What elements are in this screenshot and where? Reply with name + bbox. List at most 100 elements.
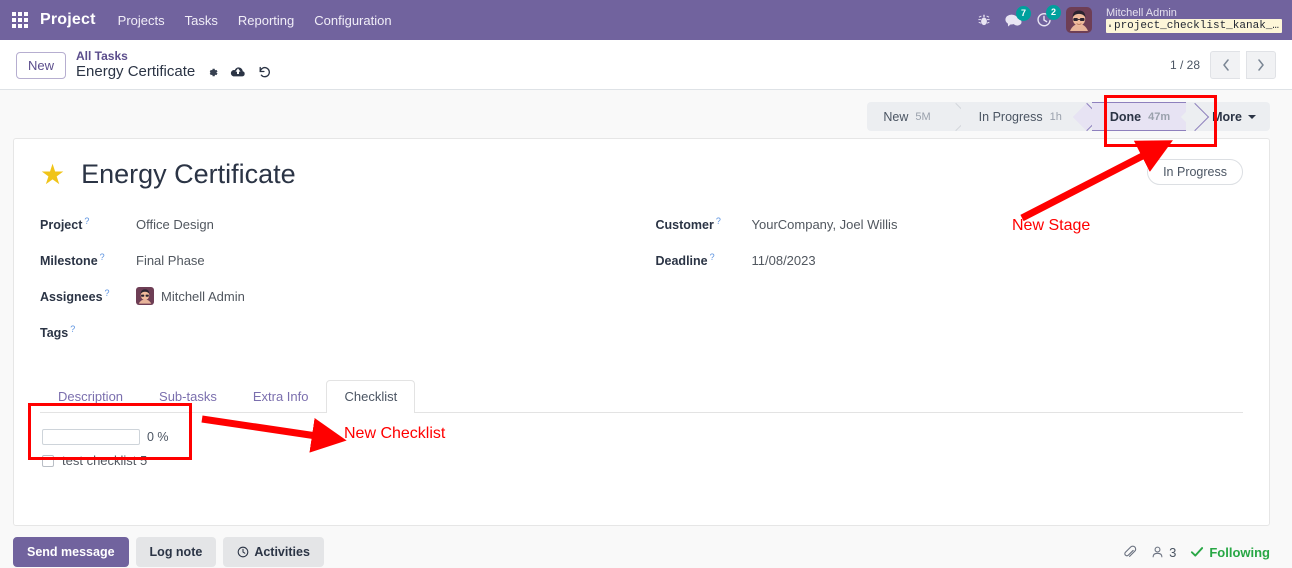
checklist-box: 0 % test checklist 5 (42, 429, 206, 468)
notebook: Description Sub-tasks Extra Info Checkli… (40, 380, 1243, 513)
activities-button[interactable]: Activities (223, 537, 324, 567)
followers-button[interactable]: 3 (1151, 545, 1176, 560)
label-text: Milestone (40, 254, 98, 268)
field-value-deadline[interactable]: 11/08/2023 (752, 253, 816, 268)
form-view-content: New 5M In Progress 1h Done 47m More ★ En… (0, 90, 1292, 568)
send-message-button[interactable]: Send message (13, 537, 129, 567)
tab-extra-info[interactable]: Extra Info (235, 380, 327, 413)
field-label-milestone: Milestone? (40, 252, 136, 268)
field-value-assignees[interactable]: Mitchell Admin (136, 287, 245, 305)
menu-projects[interactable]: Projects (118, 13, 165, 28)
checklist-item: test checklist 5 (42, 453, 206, 468)
database-tag: project_checklist_kanak_… (1106, 19, 1282, 33)
database-icon (1109, 21, 1111, 31)
field-value-project[interactable]: Office Design (136, 217, 214, 232)
help-icon[interactable]: ? (105, 288, 110, 298)
stage-done-duration: 47m (1148, 111, 1170, 123)
checklist-item-checkbox[interactable] (42, 455, 54, 467)
assignee-avatar (136, 287, 154, 305)
save-cloud-icon[interactable] (230, 66, 246, 79)
tab-description[interactable]: Description (40, 380, 141, 413)
chatter-toolbar: Send message Log note Activities 3 (0, 526, 1292, 567)
stage-more-label: More (1212, 110, 1242, 124)
stage-more-dropdown[interactable]: More (1200, 102, 1270, 131)
app-brand[interactable]: Project (40, 11, 96, 29)
left-field-column: Project? Office Design Milestone? Final … (40, 206, 642, 350)
pager-next-button[interactable] (1246, 51, 1276, 79)
apps-menu-icon[interactable] (12, 12, 28, 28)
attachments-button[interactable] (1123, 545, 1137, 559)
stage-in-progress-duration: 1h (1050, 111, 1062, 123)
progress-bar[interactable] (42, 429, 140, 445)
stage-done-label: Done (1110, 110, 1141, 124)
following-label: Following (1209, 545, 1270, 560)
messages-icon[interactable]: 7 (1005, 13, 1022, 28)
breadcrumb: All Tasks Energy Certificate (76, 49, 272, 81)
help-icon[interactable]: ? (716, 216, 721, 226)
check-icon (1190, 546, 1204, 558)
progress-percent-label: 0 % (147, 430, 169, 444)
checklist-progress: 0 % (42, 429, 206, 445)
field-label-customer: Customer? (656, 216, 752, 232)
stage-new-duration: 5M (915, 111, 930, 123)
new-button[interactable]: New (16, 52, 66, 79)
form-sheet: ★ Energy Certificate In Progress Project… (13, 138, 1270, 526)
followers-count: 3 (1169, 545, 1176, 560)
stage-in-progress[interactable]: In Progress 1h (961, 102, 1078, 131)
stage-separator (947, 102, 961, 131)
field-milestone: Milestone? Final Phase (40, 242, 642, 278)
activities-button-label: Activities (254, 545, 310, 559)
user-menu[interactable]: Mitchell Admin project_checklist_kanak_… (1106, 7, 1282, 33)
gear-icon[interactable] (206, 66, 219, 79)
navbar-right-tools: 7 2 Mitchell Admin (977, 7, 1282, 33)
messages-count-badge: 7 (1016, 6, 1031, 21)
stage-done[interactable]: Done 47m (1092, 102, 1186, 131)
field-deadline: Deadline? 11/08/2023 (656, 242, 1244, 278)
following-toggle[interactable]: Following (1190, 545, 1270, 560)
menu-configuration[interactable]: Configuration (314, 13, 391, 28)
status-badge[interactable]: In Progress (1147, 159, 1243, 185)
discard-undo-icon[interactable] (257, 65, 272, 79)
stage-separator (1078, 102, 1092, 131)
chevron-down-icon (1248, 115, 1256, 119)
log-note-button[interactable]: Log note (136, 537, 217, 567)
field-label-project: Project? (40, 216, 136, 232)
breadcrumb-parent[interactable]: All Tasks (76, 49, 272, 63)
help-icon[interactable]: ? (100, 252, 105, 262)
field-tags: Tags? (40, 314, 642, 350)
label-text: Customer (656, 218, 714, 232)
pager-value: 1 / 28 (1170, 58, 1200, 72)
stage-statusbar: New 5M In Progress 1h Done 47m More (867, 102, 1270, 131)
help-icon[interactable]: ? (710, 252, 715, 262)
stage-new-label: New (883, 110, 908, 124)
field-value-milestone[interactable]: Final Phase (136, 253, 205, 268)
user-name: Mitchell Admin (1106, 7, 1282, 19)
field-value-customer[interactable]: YourCompany, Joel Willis (752, 217, 898, 232)
pager-previous-button[interactable] (1210, 51, 1240, 79)
stage-in-progress-label: In Progress (979, 110, 1043, 124)
notebook-tabs: Description Sub-tasks Extra Info Checkli… (40, 380, 1243, 413)
field-label-deadline: Deadline? (656, 252, 752, 268)
label-text: Tags (40, 326, 68, 340)
activities-clock-icon[interactable]: 2 (1036, 12, 1052, 28)
annotation-label-new-checklist: New Checklist (344, 425, 445, 443)
help-icon[interactable]: ? (84, 216, 89, 226)
avatar[interactable] (1066, 7, 1092, 33)
checklist-item-label: test checklist 5 (62, 453, 147, 468)
breadcrumb-current: Energy Certificate (76, 63, 195, 81)
menu-tasks[interactable]: Tasks (185, 13, 218, 28)
stage-new[interactable]: New 5M (867, 102, 946, 131)
paperclip-icon (1123, 545, 1137, 559)
label-text: Project (40, 218, 82, 232)
menu-reporting[interactable]: Reporting (238, 13, 294, 28)
stage-separator (1186, 102, 1200, 131)
favorite-star-icon[interactable]: ★ (40, 161, 65, 189)
tab-panel-checklist: 0 % test checklist 5 (40, 413, 1243, 513)
right-field-column: Customer? YourCompany, Joel Willis Deadl… (642, 206, 1244, 350)
tab-sub-tasks[interactable]: Sub-tasks (141, 380, 235, 413)
help-icon[interactable]: ? (70, 324, 75, 334)
tab-checklist[interactable]: Checklist (326, 380, 415, 413)
bug-icon[interactable] (977, 13, 991, 27)
activities-count-badge: 2 (1046, 5, 1061, 20)
title-row: ★ Energy Certificate (40, 159, 1243, 190)
